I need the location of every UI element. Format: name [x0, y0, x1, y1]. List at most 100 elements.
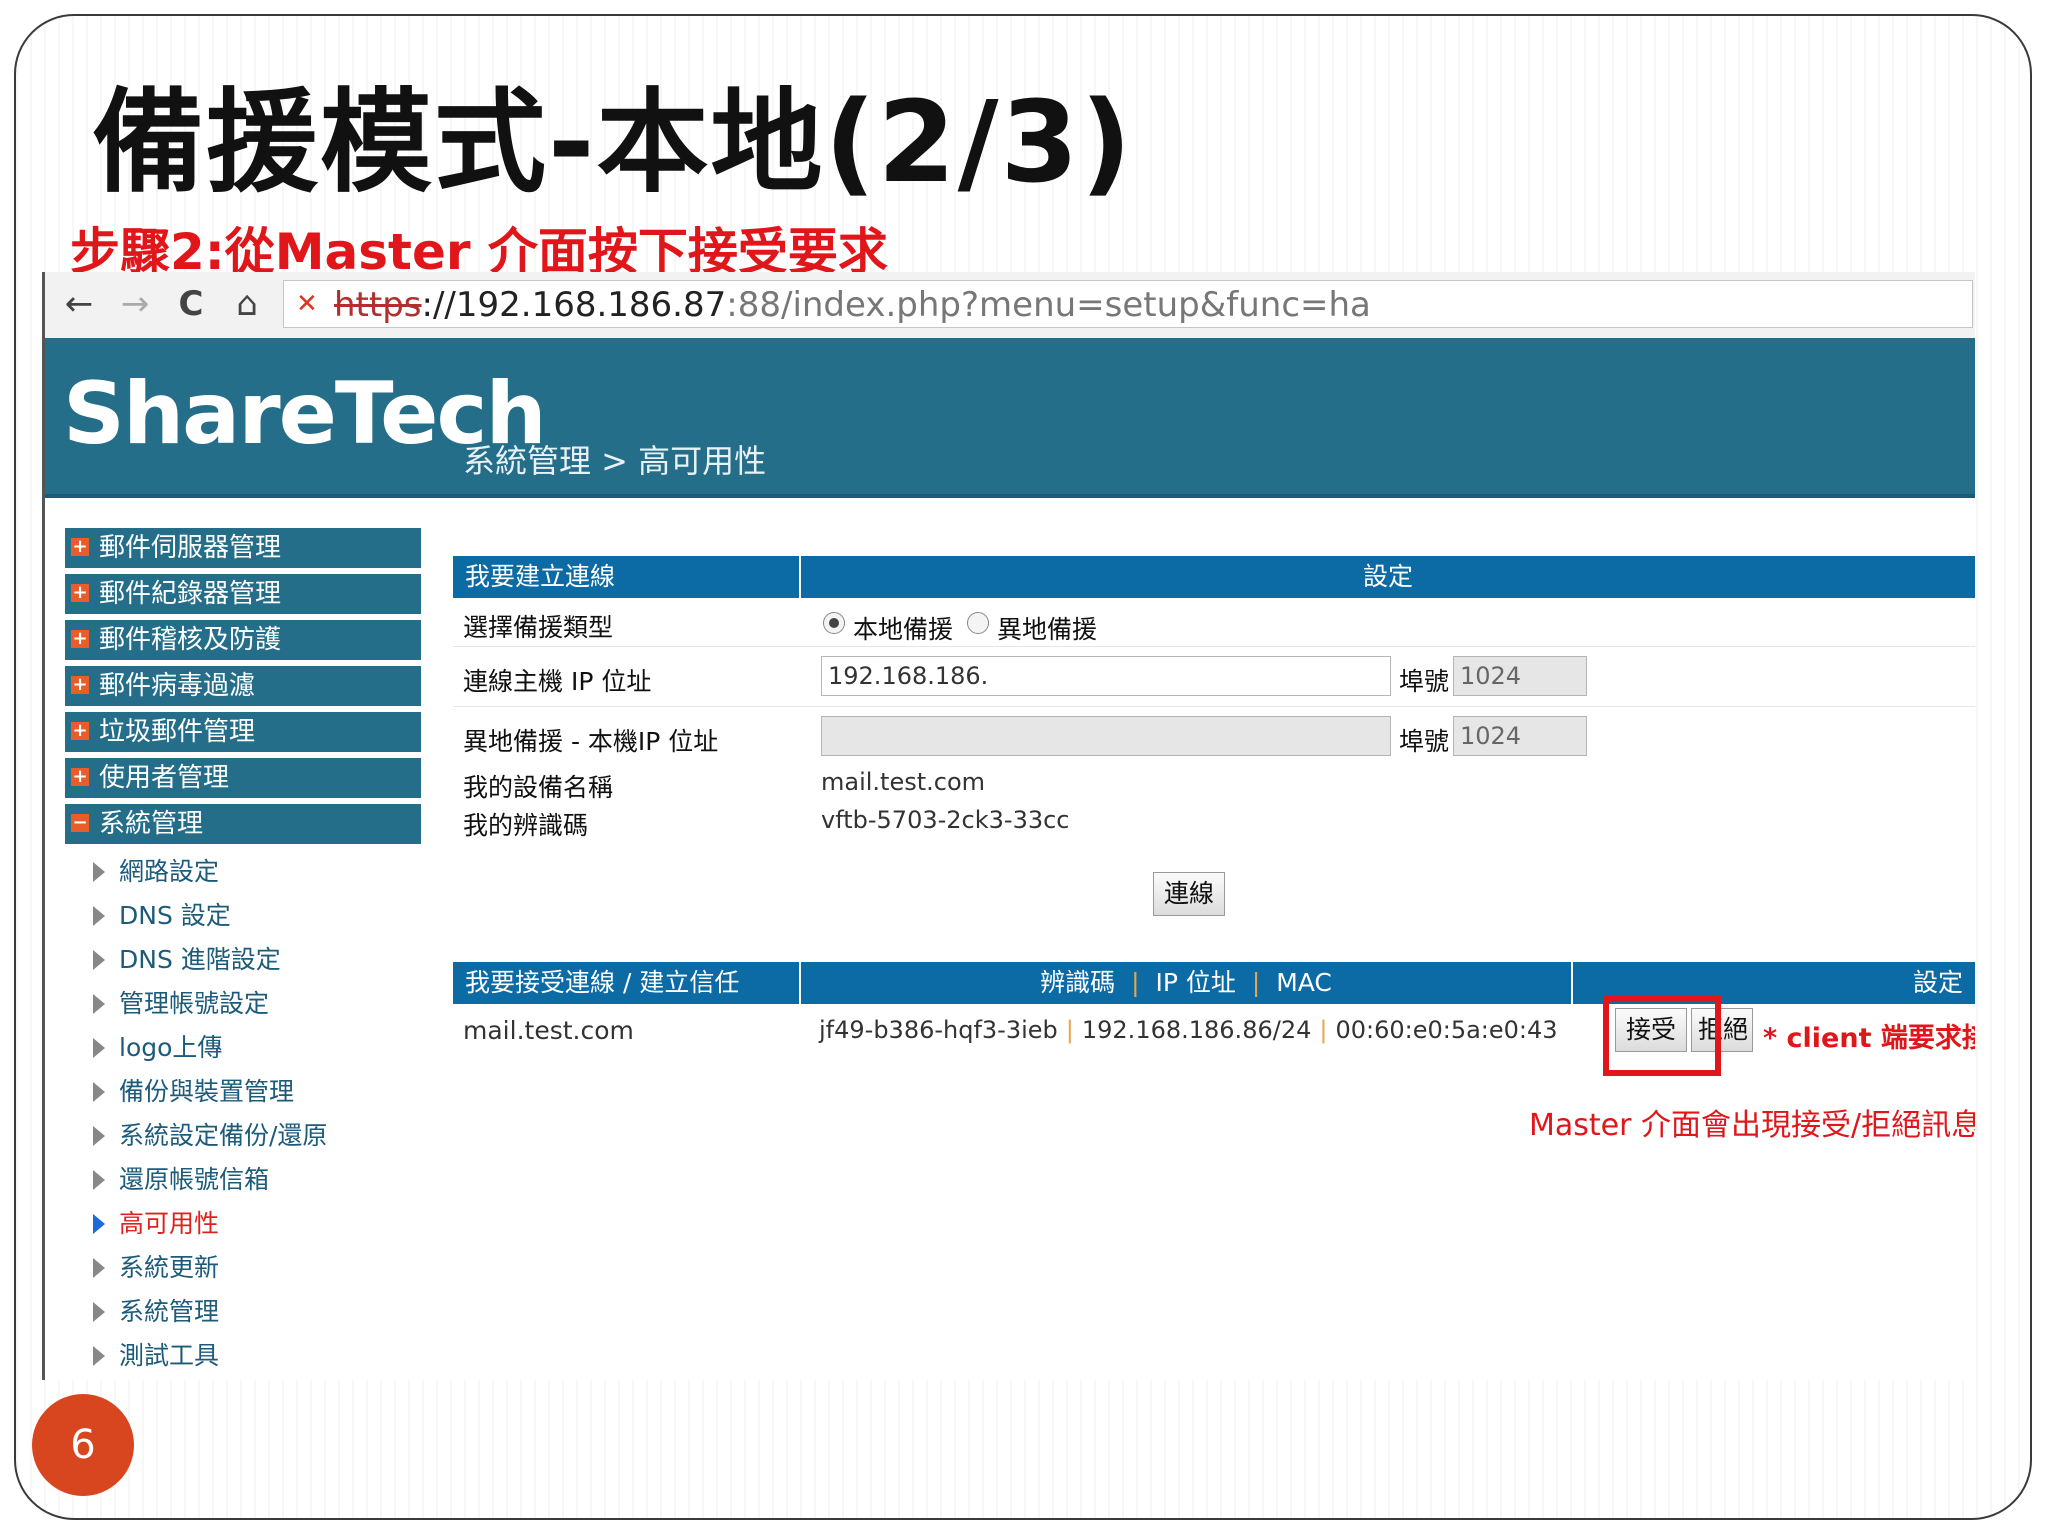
device-name-label: 我的設備名稱	[463, 773, 614, 802]
submenu-label: logo上傳	[119, 1033, 223, 1062]
backup-type-label: 選擇備援類型	[463, 613, 614, 642]
sidebar-item-label: 郵件稽核及防護	[99, 625, 282, 655]
breadcrumb: 系統管理 > 高可用性	[463, 442, 767, 480]
triangle-right-icon	[93, 1258, 105, 1278]
device-name-value: mail.test.com	[821, 768, 986, 796]
submenu-label: 備份與裝置管理	[119, 1077, 295, 1106]
sidebar-item-mail-server[interactable]: + 郵件伺服器管理	[65, 528, 421, 568]
submenu-label: DNS 設定	[119, 901, 231, 930]
port2-label: 埠號	[1399, 727, 1450, 756]
triangle-right-icon	[93, 862, 105, 882]
triangle-right-icon	[93, 906, 105, 926]
sidebar-item-virus-filter[interactable]: + 郵件病毒過濾	[65, 666, 421, 706]
sidebar-item-users[interactable]: + 使用者管理	[65, 758, 421, 798]
host-ip-label: 連線主機 IP 位址	[463, 667, 652, 696]
submenu-test-tools[interactable]: 測試工具	[65, 1334, 421, 1378]
submenu-label: 測試工具	[119, 1341, 220, 1370]
sidebar-item-system[interactable]: − 系統管理	[65, 804, 421, 844]
connect-table-header: 我要建立連線 設定	[453, 556, 1975, 598]
triangle-right-icon	[93, 1214, 105, 1234]
triangle-right-icon	[93, 1038, 105, 1058]
header-id: 辨識碼	[1040, 968, 1116, 997]
highlight-box	[1603, 996, 1721, 1076]
port-label: 埠號	[1399, 667, 1450, 696]
triangle-right-icon	[93, 1082, 105, 1102]
expand-icon: +	[71, 766, 89, 787]
submenu-system-management[interactable]: 系統管理	[65, 1290, 421, 1334]
expand-icon: +	[71, 628, 89, 649]
address-bar[interactable]: ✕ https://192.168.186.87:88/index.php?me…	[283, 280, 1973, 328]
peer-ip: 192.168.186.86/24	[1081, 1016, 1312, 1044]
submenu-restore-mailbox[interactable]: 還原帳號信箱	[65, 1158, 421, 1202]
sidebar-item-mail-recorder[interactable]: + 郵件紀錄器管理	[65, 574, 421, 614]
submenu-dns[interactable]: DNS 設定	[65, 894, 421, 938]
sidebar-item-label: 垃圾郵件管理	[99, 717, 256, 747]
sidebar-item-label: 郵件病毒過濾	[99, 671, 256, 701]
slide-title: 備援模式-本地(2/3)	[92, 78, 1134, 208]
expand-icon: +	[71, 536, 89, 557]
submenu-network[interactable]: 網路設定	[65, 850, 421, 894]
header-ip: IP 位址	[1155, 968, 1236, 997]
connect-header-title: 我要建立連線	[465, 562, 616, 591]
header-sep: |	[1251, 968, 1261, 997]
page-number-badge: 6	[32, 1394, 134, 1496]
sidebar-item-mail-audit[interactable]: + 郵件稽核及防護	[65, 620, 421, 660]
reload-icon[interactable]: C	[169, 282, 213, 326]
client-note: * client 端要求接受	[1763, 1023, 1975, 1054]
expand-icon: +	[71, 582, 89, 603]
triangle-right-icon	[93, 950, 105, 970]
submenu-label: 還原帳號信箱	[119, 1165, 270, 1194]
peer-mac: 00:60:e0:5a:e0:43	[1335, 1016, 1558, 1044]
submenu-label: 系統更新	[119, 1253, 220, 1282]
value-sep: |	[1065, 1016, 1074, 1044]
connect-button[interactable]: 連線	[1153, 872, 1225, 916]
expand-icon: +	[71, 674, 89, 695]
local-backup-label: 本地備援	[853, 615, 954, 644]
host-ip-input[interactable]: 192.168.186.	[821, 656, 1391, 696]
port-input[interactable]: 1024	[1453, 656, 1587, 696]
submenu-label: 系統管理	[119, 1297, 220, 1326]
sidebar-menu: + 郵件伺服器管理 + 郵件紀錄器管理 + 郵件稽核及防護 + 郵件病毒過濾 + 垃圾郵件…	[65, 528, 421, 1378]
accept-header-title: 我要接受連線 / 建立信任	[465, 968, 740, 997]
header-sep: |	[1131, 968, 1140, 997]
forward-icon[interactable]: →	[113, 282, 157, 326]
submenu-high-availability[interactable]: 高可用性	[65, 1202, 421, 1246]
collapse-icon: −	[71, 812, 89, 833]
sidebar-item-spam[interactable]: + 垃圾郵件管理	[65, 712, 421, 752]
remote-ip-input[interactable]	[821, 716, 1391, 756]
url-path: :88/index.php?menu=setup&func=ha	[726, 285, 1371, 325]
expand-icon: +	[71, 720, 89, 741]
back-icon[interactable]: ←	[57, 282, 101, 326]
master-note: Master 介面會出現接受/拒絕訊息	[1529, 1108, 1975, 1143]
insecure-lock-icon: ✕	[296, 289, 318, 319]
home-icon[interactable]: ⌂	[225, 282, 269, 326]
submenu-admin-account[interactable]: 管理帳號設定	[65, 982, 421, 1026]
host-ip-row: 連線主機 IP 位址 192.168.186. 埠號 1024	[453, 648, 1975, 707]
browser-toolbar: ← → C ⌂ ✕ https://192.168.186.87:88/inde…	[45, 272, 1975, 339]
submenu-label: 管理帳號設定	[119, 989, 270, 1018]
triangle-right-icon	[93, 1302, 105, 1322]
device-id-value: vftb-5703-2ck3-33cc	[821, 806, 1070, 834]
submenu-dns-advanced[interactable]: DNS 進階設定	[65, 938, 421, 982]
triangle-right-icon	[93, 994, 105, 1014]
value-sep: |	[1319, 1016, 1328, 1044]
backup-type-row: 選擇備援類型 本地備援 異地備援	[453, 600, 1975, 647]
triangle-right-icon	[93, 1126, 105, 1146]
local-backup-radio[interactable]	[823, 612, 845, 634]
browser-screenshot: ← → C ⌂ ✕ https://192.168.186.87:88/inde…	[42, 272, 1975, 1380]
submenu-system-update[interactable]: 系統更新	[65, 1246, 421, 1290]
submenu-logo-upload[interactable]: logo上傳	[65, 1026, 421, 1070]
submenu-config-backup-restore[interactable]: 系統設定備份/還原	[65, 1114, 421, 1158]
sidebar-item-label: 郵件紀錄器管理	[99, 579, 282, 609]
sidebar-item-label: 使用者管理	[99, 763, 230, 793]
accept-header-columns: 辨識碼 | IP 位址 | MAC	[801, 962, 1571, 1004]
app-header: ShareTech 系統管理 > 高可用性	[45, 338, 1975, 498]
url-host: ://192.168.186.87	[421, 285, 727, 325]
triangle-right-icon	[93, 1346, 105, 1366]
connect-header-settings: 設定	[1362, 562, 1413, 591]
remote-ip-row: 異地備援 - 本機IP 位址 埠號 1024	[453, 708, 1975, 766]
remote-backup-radio[interactable]	[967, 612, 989, 634]
port2-input[interactable]: 1024	[1453, 716, 1587, 756]
submenu-backup-device[interactable]: 備份與裝置管理	[65, 1070, 421, 1114]
sidebar-item-label: 系統管理	[99, 809, 204, 839]
